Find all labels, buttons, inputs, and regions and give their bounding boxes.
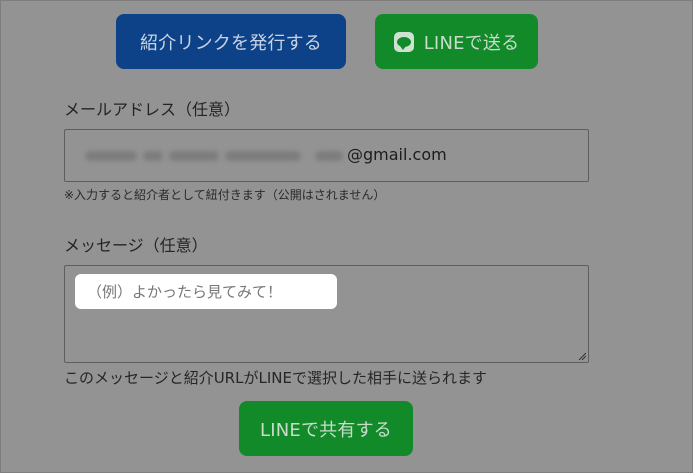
email-note: ※入力すると紹介者として紐付きます（公開はされません） (64, 188, 386, 202)
email-label: メールアドレス（任意） (64, 100, 241, 119)
message-textarea[interactable]: （例）よかったら見てみて！ (64, 265, 589, 363)
message-placeholder-text: （例）よかったら見てみて！ (87, 283, 283, 301)
email-value-suffix: @gmail.com (347, 145, 447, 164)
share-on-line-label: LINEで共有する (260, 419, 392, 441)
issue-referral-link-button[interactable]: 紹介リンクを発行する (116, 14, 346, 69)
email-field[interactable]: @gmail.com (64, 129, 589, 182)
issue-referral-link-label: 紹介リンクを発行する (140, 32, 322, 54)
redacted-text (85, 151, 137, 161)
message-placeholder: （例）よかったら見てみて！ (75, 274, 337, 309)
line-chat-icon (393, 31, 414, 52)
share-on-line-button[interactable]: LINEで共有する (239, 401, 413, 456)
send-via-line-button[interactable]: LINEで送る (375, 14, 538, 69)
redacted-text (143, 151, 163, 161)
message-label: メッセージ（任意） (64, 236, 208, 255)
redacted-text (315, 151, 343, 161)
redacted-text (225, 151, 301, 161)
message-help-text: このメッセージと紹介URLがLINEで選択した相手に送られます (64, 369, 487, 387)
resize-handle-icon[interactable] (578, 352, 586, 360)
redacted-text (169, 151, 219, 161)
send-via-line-label: LINEで送る (423, 32, 520, 54)
